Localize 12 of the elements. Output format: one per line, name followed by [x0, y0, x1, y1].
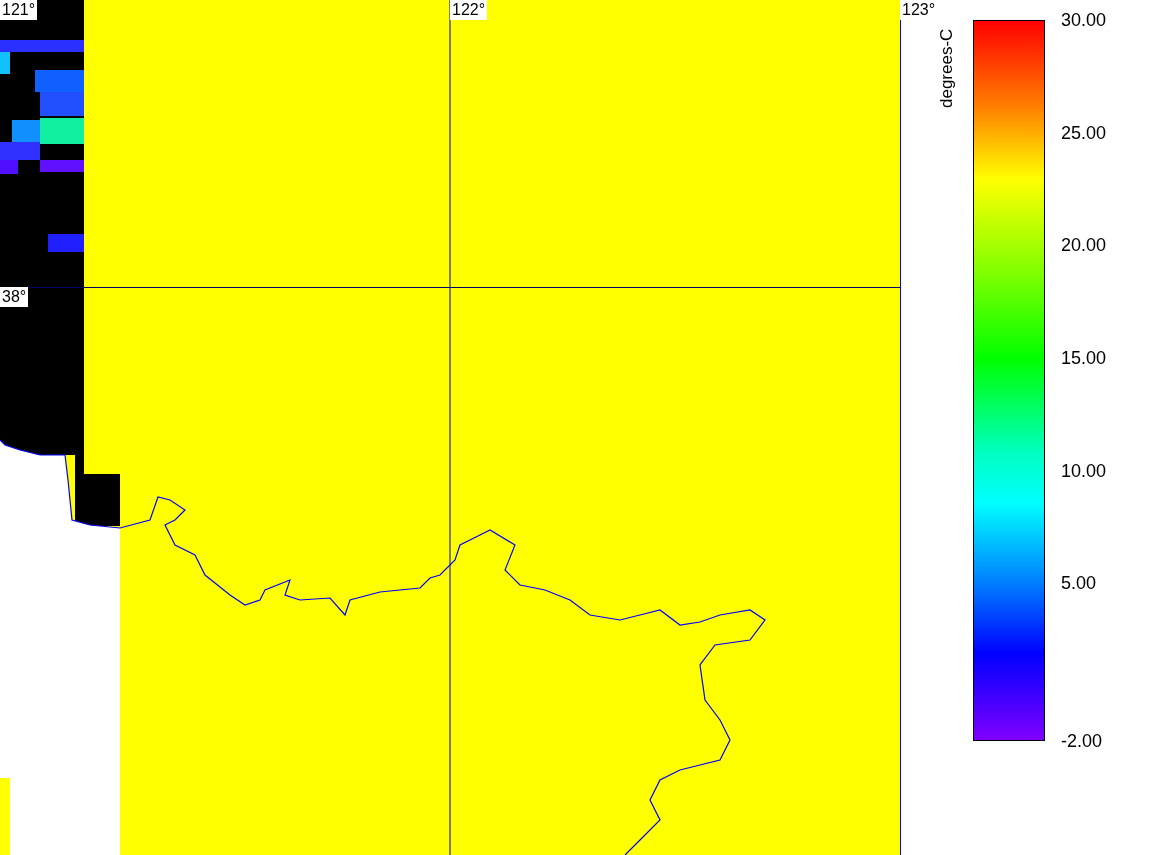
tick-label: 20.00 [1061, 235, 1107, 256]
latitude-label: 38° [0, 287, 29, 307]
tick-label: 30.00 [1061, 10, 1107, 30]
tick-label: 25.00 [1061, 122, 1107, 143]
unit-label: degrees-C [937, 27, 957, 110]
tick-label: 10.00 [1061, 460, 1107, 481]
tick-label: -2.00 [1061, 731, 1103, 751]
longitude-label: 122° [450, 0, 488, 20]
longitude-label: 121° [0, 0, 38, 20]
tick-label: 15.00 [1061, 348, 1107, 368]
tick-label: 5.00 [1061, 573, 1097, 594]
longitude-label: 123° [900, 0, 938, 20]
